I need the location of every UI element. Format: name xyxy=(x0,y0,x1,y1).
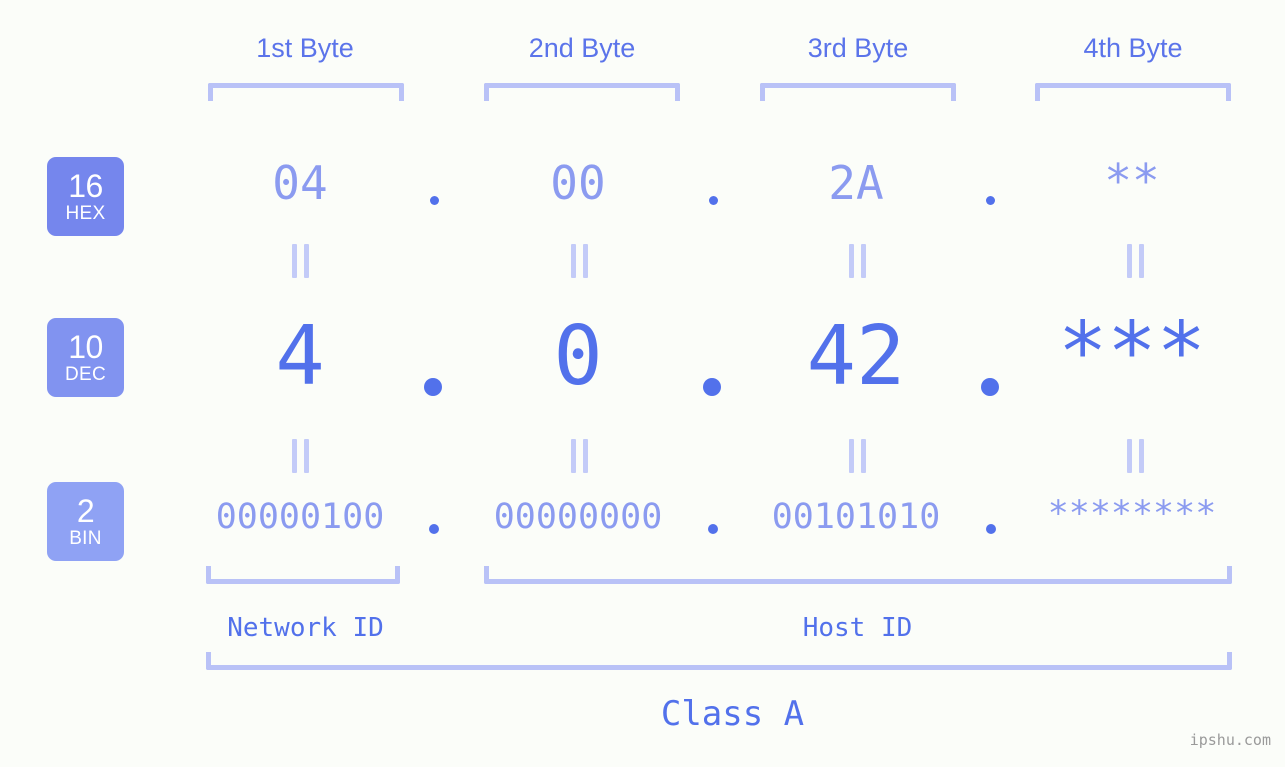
equals-separator-hex-dec-4 xyxy=(1122,244,1148,278)
equals-separator-hex-dec-3 xyxy=(844,244,870,278)
bin-separator-dot-3 xyxy=(986,524,996,534)
bin-byte-2: 00000000 xyxy=(493,497,663,537)
base-badge-hex-name: HEX xyxy=(65,203,106,224)
base-badge-bin-number: 2 xyxy=(76,493,95,529)
equals-separator-dec-bin-2 xyxy=(566,439,592,473)
base-badge-dec: 10 DEC xyxy=(47,318,124,397)
equals-separator-hex-dec-2 xyxy=(566,244,592,278)
byte-bracket-top-2 xyxy=(484,83,680,101)
dec-separator-dot-1 xyxy=(424,378,442,396)
base-badge-dec-name: DEC xyxy=(64,364,106,385)
hex-separator-dot-2 xyxy=(709,196,718,205)
equals-separator-dec-bin-4 xyxy=(1122,439,1148,473)
hex-byte-3: 2A xyxy=(828,156,884,210)
dec-byte-3: 42 xyxy=(806,309,906,404)
bin-byte-3: 00101010 xyxy=(771,497,941,537)
hex-byte-2: 00 xyxy=(550,156,606,210)
base-badge-hex-number: 16 xyxy=(68,168,103,204)
dec-byte-2: 0 xyxy=(553,309,603,404)
hex-separator-dot-3 xyxy=(986,196,995,205)
byte-header-label-1: 1st Byte xyxy=(256,33,354,63)
byte-bracket-top-1 xyxy=(208,83,404,101)
class-label: Class A xyxy=(660,694,805,734)
base-badge-dec-number: 10 xyxy=(68,329,103,365)
site-watermark: ipshu.com xyxy=(1189,731,1271,749)
byte-header-label-4: 4th Byte xyxy=(1083,33,1183,63)
byte-bracket-top-4 xyxy=(1035,83,1231,101)
dec-byte-1: 4 xyxy=(275,309,325,404)
dec-separator-dot-2 xyxy=(703,378,721,396)
host-id-label: Host ID xyxy=(802,613,913,643)
byte-bracket-top-3 xyxy=(760,83,956,101)
network-id-bracket xyxy=(206,566,400,584)
equals-separator-hex-dec-1 xyxy=(287,244,313,278)
host-id-bracket xyxy=(484,566,1232,584)
bin-byte-1: 00000100 xyxy=(215,497,385,537)
base-badge-bin: 2 BIN xyxy=(47,482,124,561)
bin-separator-dot-2 xyxy=(708,524,718,534)
base-badge-bin-name: BIN xyxy=(69,528,102,549)
ip-address-breakdown-diagram: 1st Byte 2nd Byte 3rd Byte 4th Byte 16 H… xyxy=(0,0,1285,767)
base-badge-hex: 16 HEX xyxy=(47,157,124,236)
hex-byte-1: 04 xyxy=(272,156,328,210)
equals-separator-dec-bin-3 xyxy=(844,439,870,473)
network-id-label: Network ID xyxy=(227,613,384,643)
hex-byte-4: ** xyxy=(1104,154,1160,208)
dec-separator-dot-3 xyxy=(981,378,999,396)
hex-separator-dot-1 xyxy=(430,196,439,205)
bin-byte-4: ******** xyxy=(1047,494,1217,534)
bin-separator-dot-1 xyxy=(429,524,439,534)
byte-header-label-2: 2nd Byte xyxy=(528,33,636,63)
equals-separator-dec-bin-1 xyxy=(287,439,313,473)
class-bracket xyxy=(206,652,1232,670)
dec-byte-4: *** xyxy=(1057,305,1207,400)
byte-header-label-3: 3rd Byte xyxy=(807,33,909,63)
